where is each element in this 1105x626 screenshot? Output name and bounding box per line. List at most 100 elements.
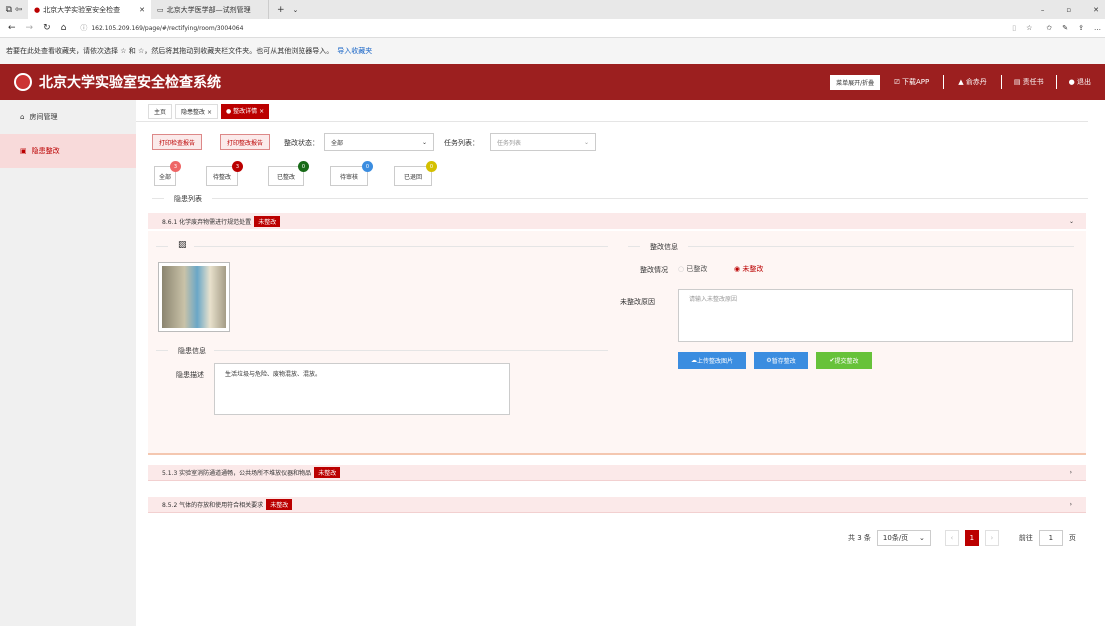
chevron-down-icon: ⌄ — [421, 138, 427, 146]
url-field[interactable]: 162.105.209.169/page/#/rectifying/room/3… — [91, 25, 243, 32]
favorites-hint: 若要在此处查看收藏夹，请依次选择 ☆ 和 ☆，然后将其拖动到收藏夹栏文件夹。也可… — [6, 47, 334, 55]
hazard-photo[interactable] — [158, 262, 230, 332]
prev-page-button[interactable]: ‹ — [944, 530, 959, 546]
info-icon: ⓘ — [80, 24, 88, 32]
hazard-detail-panel: ▨ 隐患信息 隐患描述 生活垃圾与危险、废物混放、混放。 整改信息 整改情况 ○… — [148, 231, 1086, 455]
goto-label: 前往 — [1018, 534, 1033, 542]
power-icon: ● — [1068, 78, 1077, 86]
menu-toggle-button[interactable]: 菜单展开/折叠 — [830, 74, 881, 90]
hazard-item-header[interactable]: 8.6.1 化学废弃物需进行规范处置 未整改 ⌄ — [148, 213, 1086, 229]
favorite-star-icon[interactable]: ☆ — [1026, 24, 1032, 32]
print-check-report-button[interactable]: 打印检查报告 — [152, 134, 203, 150]
sidebar-item-rooms[interactable]: ⌂ 房间管理 — [0, 100, 136, 134]
chevron-right-icon: › — [1069, 501, 1072, 508]
pen-icon[interactable]: ✎ — [1062, 24, 1068, 32]
favorites-bar: 若要在此处查看收藏夹，请依次选择 ☆ 和 ☆，然后将其拖动到收藏夹栏文件夹。也可… — [0, 38, 1105, 64]
pagination: 共 3 条 10条/页 ⌄ ‹ 1 › 前往 1 页 — [848, 530, 1076, 546]
home-icon: ⌂ — [20, 113, 25, 121]
close-tab-icon[interactable]: ✕ — [139, 6, 145, 14]
separator — [1055, 75, 1057, 89]
print-rectify-report-button[interactable]: 打印整改报告 — [220, 134, 271, 150]
filter-all-button[interactable]: 全部 3 — [154, 161, 181, 186]
app-header: 北京大学实验室安全检查系统 菜单展开/折叠 ⎚ 下载APP ▲ 俞赤丹 ▤ 责任… — [0, 64, 1105, 100]
close-icon[interactable]: × — [207, 109, 212, 116]
sidebar-item-label: 隐患整改 — [31, 147, 60, 155]
site-favicon-icon: ● — [34, 5, 41, 14]
tab-title: 北京大学医学部—试剂管理 — [166, 5, 251, 14]
radio-done[interactable]: ○ 已整改 — [678, 264, 707, 274]
filter-returned-button[interactable]: 已退回 0 — [394, 161, 437, 186]
filter-done-button[interactable]: 已整改 0 — [268, 161, 309, 186]
app-title: 北京大学实验室安全检查系统 — [39, 75, 221, 91]
status-select[interactable]: 全部 ⌄ — [324, 133, 434, 151]
hazard-info-title: 隐患信息 — [178, 347, 206, 355]
filter-pending-button[interactable]: 待整改 3 — [206, 161, 243, 186]
count-badge: 3 — [170, 161, 181, 172]
sidebar-item-hazards[interactable]: ▣ 隐患整改 — [0, 134, 136, 168]
photo-content — [162, 266, 226, 328]
hazard-title: 8.5.2 气体的存放和使用符合相关要求 — [162, 502, 264, 509]
close-icon[interactable]: × — [259, 108, 264, 115]
logout-button[interactable]: ● 退出 — [1069, 77, 1091, 87]
tab-title: 北京大学实验室安全检查 — [43, 5, 121, 14]
monitor-icon: ⎚ — [894, 78, 902, 86]
divider — [156, 350, 168, 351]
browser-tab[interactable]: ▭ 北京大学医学部—试剂管理 — [151, 0, 269, 19]
count-badge: 0 — [426, 161, 437, 172]
import-favorites-link[interactable]: 导入收藏夹 — [337, 46, 372, 56]
address-bar-row: ← → ↻ ⌂ ⓘ 162.105.209.169/page/#/rectify… — [0, 19, 1105, 38]
hazard-desc-field[interactable]: 生活垃圾与危险、废物混放、混放。 — [214, 363, 510, 415]
next-page-button[interactable]: › — [984, 530, 999, 546]
chevron-down-icon: ⌄ — [583, 138, 589, 146]
hazard-item-header[interactable]: 8.5.2 气体的存放和使用符合相关要求 未整改 › — [148, 497, 1086, 513]
tab-home[interactable]: 主页 — [148, 104, 173, 119]
browser-tab-active[interactable]: ● 北京大学实验室安全检查 ✕ — [28, 0, 151, 19]
radio-undone[interactable]: ◉ 未整改 — [734, 264, 763, 274]
hazard-desc-label: 隐患描述 — [176, 371, 204, 379]
download-app-button[interactable]: ⎚ 下载APP — [894, 77, 929, 87]
favorites-icon[interactable]: ✩ — [1046, 24, 1052, 32]
user-menu[interactable]: ▲ 俞赤丹 — [958, 77, 987, 87]
rectify-status-label: 整改情况 — [640, 266, 668, 274]
reason-textarea[interactable]: 请输入未整改原因 — [678, 289, 1073, 342]
refresh-icon[interactable]: ↻ — [43, 23, 51, 33]
reading-view-icon[interactable]: ▯ — [1012, 24, 1016, 32]
divider — [152, 198, 164, 199]
close-window-icon[interactable]: ✕ — [1093, 6, 1099, 14]
chevron-down-icon[interactable]: ⌄ — [293, 6, 299, 14]
page-unit-label: 页 — [1068, 534, 1076, 542]
more-icon[interactable]: … — [1094, 24, 1101, 32]
separator — [943, 75, 945, 89]
new-tab-icon[interactable]: + — [277, 5, 285, 15]
share-icon[interactable]: ⇪ — [1078, 24, 1084, 32]
divider — [628, 246, 640, 247]
home-icon[interactable]: ⌂ — [61, 23, 67, 33]
status-badge: 未整改 — [254, 215, 281, 227]
save-draft-button[interactable]: ⚙ 暂存整改 — [754, 352, 808, 369]
submit-button[interactable]: ✔ 提交整改 — [816, 352, 872, 369]
filter-review-button[interactable]: 待审核 0 — [330, 161, 373, 186]
hazard-item-header[interactable]: 5.1.3 实验室消防通道通畅，公共场所不堆放仪器和物品 未整改 › — [148, 465, 1086, 481]
maximize-icon[interactable]: ▫ — [1066, 6, 1071, 14]
document-icon: ▤ — [1013, 78, 1023, 86]
divider — [688, 246, 1074, 247]
back-icon[interactable]: ← — [8, 23, 16, 33]
minimize-icon[interactable]: – — [1041, 6, 1045, 14]
hazard-list-title: 隐患列表 — [174, 195, 202, 203]
user-icon: ▲ — [958, 78, 966, 86]
count-badge: 0 — [362, 161, 373, 172]
tab-actions-icon[interactable]: ⧉ ⇦ — [0, 5, 28, 15]
task-select[interactable]: 任务列表 ⌄ — [490, 133, 596, 151]
page-size-select[interactable]: 10条/页 ⌄ — [876, 530, 931, 546]
upload-image-button[interactable]: ☁ 上传整改图片 — [678, 352, 746, 369]
tab-hazards[interactable]: 隐患整改 × — [175, 104, 218, 119]
page-1-button[interactable]: 1 — [964, 530, 979, 546]
hazard-title: 8.6.1 化学废弃物需进行规范处置 — [162, 218, 252, 226]
browser-tab-bar: ⧉ ⇦ ● 北京大学实验室安全检查 ✕ ▭ 北京大学医学部—试剂管理 + ⌄ –… — [0, 0, 1105, 19]
tab-detail[interactable]: ● 整改详情 × — [220, 104, 270, 119]
edit-icon: ▣ — [20, 147, 27, 155]
goto-page-input[interactable]: 1 — [1038, 530, 1063, 546]
radio-checked-icon: ◉ — [734, 265, 741, 273]
responsibility-button[interactable]: ▤ 责任书 — [1014, 77, 1044, 87]
forward-icon[interactable]: → — [26, 23, 34, 33]
